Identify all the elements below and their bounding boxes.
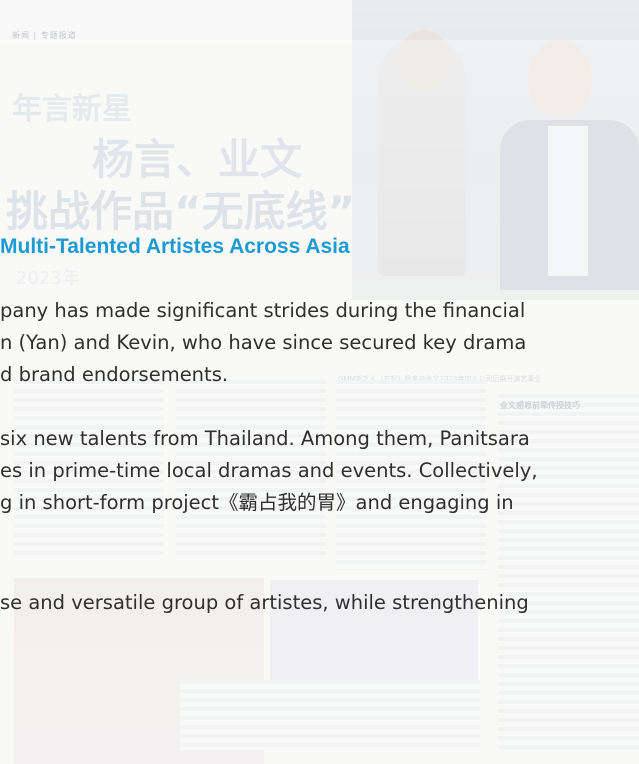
section-title: Multi-Talented Artistes Across Asia [0,235,350,258]
paragraph-line: six new talents from Thailand. Among the… [0,427,530,450]
paragraph-line: pany has made significant strides during… [0,299,526,322]
paragraph-line: d brand endorsements. [0,363,229,386]
paragraph-line: se and versatile group of artistes, whil… [0,591,529,614]
paragraph-line: g in short-form project《霸占我的胃》and engagi… [0,491,514,514]
article-content: Multi-Talented Artistes Across Asia pany… [0,0,639,764]
paragraph-1: pany has made significant strides during… [0,295,526,391]
paragraph-line: es in prime-time local dramas and events… [0,459,538,482]
paragraph-3: se and versatile group of artistes, whil… [0,587,529,619]
paragraph-line: n (Yan) and Kevin, who have since secure… [0,331,527,354]
paragraph-2: six new talents from Thailand. Among the… [0,423,538,519]
